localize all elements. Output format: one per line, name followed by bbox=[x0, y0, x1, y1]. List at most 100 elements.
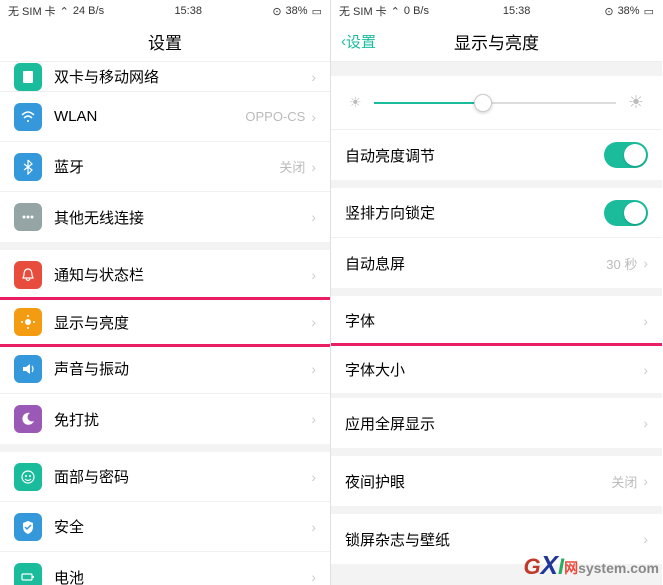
row-sound[interactable]: 声音与振动 › bbox=[0, 344, 330, 394]
row-dual-sim[interactable]: 双卡与移动网络 › bbox=[0, 62, 330, 92]
row-security[interactable]: 安全 › bbox=[0, 502, 330, 552]
wifi-icon: ⌃ bbox=[391, 5, 400, 18]
chevron-right-icon: › bbox=[311, 209, 316, 225]
battery-icon: ▭ bbox=[312, 5, 322, 18]
wifi-icon: ⌃ bbox=[60, 5, 69, 18]
bluetooth-icon bbox=[14, 153, 42, 181]
back-label: 设置 bbox=[346, 31, 376, 52]
net-speed: 0 B/s bbox=[404, 5, 429, 17]
chevron-right-icon: › bbox=[643, 473, 648, 489]
chevron-right-icon: › bbox=[643, 415, 648, 431]
chevron-right-icon: › bbox=[311, 469, 316, 485]
sim-icon bbox=[14, 63, 42, 91]
row-label: 安全 bbox=[54, 516, 311, 537]
chevron-right-icon: › bbox=[311, 411, 316, 427]
wifi-icon bbox=[14, 103, 42, 131]
speaker-icon bbox=[14, 355, 42, 383]
row-label: 其他无线连接 bbox=[54, 207, 311, 228]
brightness-slider-row: ☀ ☀ bbox=[331, 76, 662, 130]
row-label: 通知与状态栏 bbox=[54, 264, 311, 285]
row-label: 面部与密码 bbox=[54, 466, 311, 487]
row-label: 电池 bbox=[54, 567, 311, 585]
chevron-right-icon: › bbox=[643, 255, 648, 271]
carrier-text: 无 SIM 卡 bbox=[8, 3, 56, 19]
row-orientation-lock: 竖排方向锁定 bbox=[331, 188, 662, 238]
face-icon bbox=[14, 463, 42, 491]
page-title: 显示与亮度 bbox=[454, 29, 539, 54]
row-label: 字体大小 bbox=[345, 359, 643, 380]
row-label: 双卡与移动网络 bbox=[54, 66, 311, 87]
row-label: 蓝牙 bbox=[54, 156, 279, 177]
header: ‹ 设置 显示与亮度 bbox=[331, 22, 662, 62]
row-label: 锁屏杂志与壁纸 bbox=[345, 529, 643, 550]
back-button[interactable]: ‹ 设置 bbox=[341, 31, 376, 52]
sun-large-icon: ☀ bbox=[628, 92, 644, 113]
sun-small-icon: ☀ bbox=[349, 94, 362, 111]
display-brightness-screen: 无 SIM 卡 ⌃ 0 B/s 15:38 ⊙ 38% ▭ ‹ 设置 显示与亮度… bbox=[331, 0, 662, 585]
chevron-right-icon: › bbox=[311, 267, 316, 283]
auto-brightness-toggle[interactable] bbox=[604, 142, 648, 168]
row-font[interactable]: 字体 › bbox=[331, 296, 662, 346]
status-bar: 无 SIM 卡 ⌃ 24 B/s 15:38 ⊙ 38% ▭ bbox=[0, 0, 330, 22]
row-auto-sleep[interactable]: 自动息屏 30 秒 › bbox=[331, 238, 662, 288]
battery-icon bbox=[14, 563, 42, 585]
header: 设置 bbox=[0, 22, 330, 62]
settings-screen: 无 SIM 卡 ⌃ 24 B/s 15:38 ⊙ 38% ▭ 设置 双卡与移动网… bbox=[0, 0, 331, 585]
watermark: GXI网system.com bbox=[523, 550, 659, 581]
shield-icon bbox=[14, 513, 42, 541]
row-label: 字体 bbox=[345, 310, 643, 331]
chevron-right-icon: › bbox=[643, 362, 648, 378]
chevron-right-icon: › bbox=[311, 159, 316, 175]
row-label: 免打扰 bbox=[54, 409, 311, 430]
battery-icon: ▭ bbox=[644, 5, 654, 18]
row-auto-brightness: 自动亮度调节 bbox=[331, 130, 662, 180]
row-fullscreen-apps[interactable]: 应用全屏显示 › bbox=[331, 398, 662, 448]
row-notifications[interactable]: 通知与状态栏 › bbox=[0, 250, 330, 300]
row-bluetooth[interactable]: 蓝牙 关闭 › bbox=[0, 142, 330, 192]
status-bar: 无 SIM 卡 ⌃ 0 B/s 15:38 ⊙ 38% ▭ bbox=[331, 0, 662, 22]
row-dnd[interactable]: 免打扰 › bbox=[0, 394, 330, 444]
carrier-text: 无 SIM 卡 bbox=[339, 3, 387, 19]
chevron-right-icon: › bbox=[311, 109, 316, 125]
brightness-slider[interactable] bbox=[374, 102, 616, 104]
row-label: 自动亮度调节 bbox=[345, 145, 604, 166]
row-other-wireless[interactable]: 其他无线连接 › bbox=[0, 192, 330, 242]
chevron-right-icon: › bbox=[643, 531, 648, 547]
row-display-brightness[interactable]: 显示与亮度 › bbox=[0, 297, 330, 347]
row-label: 应用全屏显示 bbox=[345, 413, 643, 434]
settings-list[interactable]: 双卡与移动网络 › WLAN OPPO-CS › 蓝牙 关闭 › bbox=[0, 62, 330, 585]
orientation-lock-toggle[interactable] bbox=[604, 200, 648, 226]
row-value: OPPO-CS bbox=[245, 109, 305, 124]
row-battery[interactable]: 电池 › bbox=[0, 552, 330, 585]
row-label: 夜间护眼 bbox=[345, 471, 611, 492]
chevron-right-icon: › bbox=[311, 314, 316, 330]
row-night-shield[interactable]: 夜间护眼 关闭 › bbox=[331, 456, 662, 506]
bell-icon bbox=[14, 261, 42, 289]
row-wlan[interactable]: WLAN OPPO-CS › bbox=[0, 92, 330, 142]
row-face-password[interactable]: 面部与密码 › bbox=[0, 452, 330, 502]
clock: 15:38 bbox=[503, 5, 531, 17]
row-label: WLAN bbox=[54, 108, 245, 125]
display-settings-list[interactable]: ☀ ☀ 自动亮度调节 竖排方向锁定 自动息屏 bbox=[331, 62, 662, 585]
chevron-right-icon: › bbox=[643, 313, 648, 329]
clock: 15:38 bbox=[174, 5, 202, 17]
row-font-size[interactable]: 字体大小 › bbox=[331, 343, 662, 393]
chevron-right-icon: › bbox=[311, 361, 316, 377]
row-label: 竖排方向锁定 bbox=[345, 202, 604, 223]
chevron-right-icon: › bbox=[311, 519, 316, 535]
page-title: 设置 bbox=[148, 29, 182, 54]
chevron-right-icon: › bbox=[311, 69, 316, 85]
battery-text: 38% bbox=[618, 5, 640, 17]
row-value: 30 秒 bbox=[606, 254, 637, 273]
battery-text: 38% bbox=[286, 5, 308, 17]
alarm-icon: ⊙ bbox=[272, 5, 281, 18]
row-value: 关闭 bbox=[611, 472, 637, 491]
row-value: 关闭 bbox=[279, 157, 305, 176]
brightness-icon bbox=[14, 308, 42, 336]
chevron-right-icon: › bbox=[311, 569, 316, 585]
row-label: 自动息屏 bbox=[345, 253, 606, 274]
row-label: 显示与亮度 bbox=[54, 312, 311, 333]
row-label: 声音与振动 bbox=[54, 358, 311, 379]
net-speed: 24 B/s bbox=[73, 5, 104, 17]
slider-thumb[interactable] bbox=[474, 94, 492, 112]
